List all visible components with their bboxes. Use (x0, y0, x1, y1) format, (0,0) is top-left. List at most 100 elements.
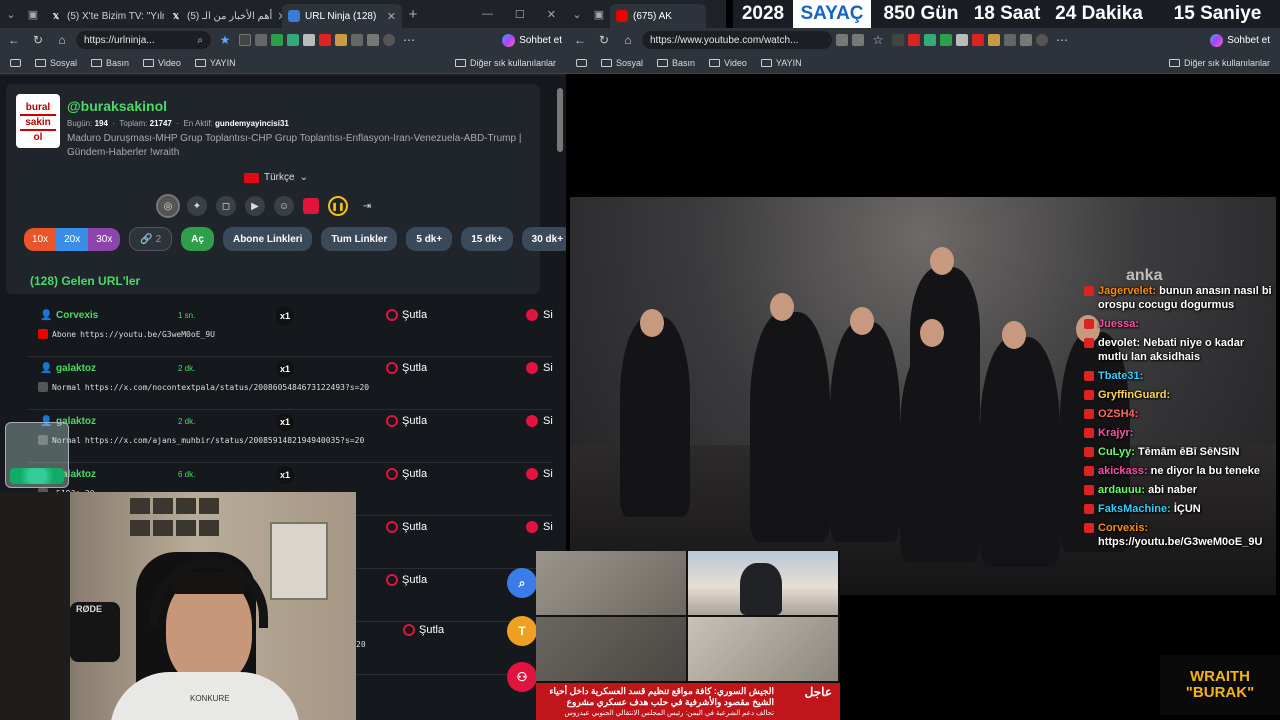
scrollbar[interactable] (557, 88, 563, 152)
bookmark-basin[interactable]: Basın (657, 58, 695, 68)
open-button[interactable]: Aç (181, 227, 214, 251)
search-fab[interactable]: ⌕ (507, 568, 537, 598)
tab-menu-icon[interactable]: ⌄ (0, 0, 22, 28)
url-field[interactable]: https://www.youtube.com/watch... (642, 31, 832, 49)
logout-icon[interactable]: ⇥ (357, 196, 377, 216)
new-tab-icon[interactable]: + (402, 0, 424, 28)
back-icon[interactable]: ← (570, 33, 590, 47)
home-icon[interactable]: ⌂ (52, 33, 72, 47)
extension-icon[interactable] (287, 34, 299, 46)
favorite-star-icon[interactable]: ☆ (868, 33, 888, 47)
row-username[interactable]: Corvexis (56, 310, 98, 321)
delete-icon[interactable] (526, 415, 538, 427)
back-icon[interactable]: ← (4, 33, 24, 47)
delete-icon[interactable] (526, 362, 538, 374)
tab-x-arabic[interactable]: 𝕏 (5) أهم الأخبار من الـ ✕ (164, 4, 282, 28)
row-username[interactable]: galaktoz (56, 363, 96, 374)
delete-icon[interactable] (526, 521, 538, 533)
kick-button[interactable]: Şutla (386, 468, 427, 480)
minimize-icon[interactable]: — (482, 8, 493, 21)
zoom-icon[interactable]: ⌕ (197, 35, 203, 46)
bookmark-other-favorites[interactable]: Diğer sık kullanılanlar (1168, 58, 1270, 68)
multiplier-10x[interactable]: 10x (24, 227, 57, 251)
link-count-field[interactable]: 🔗 2 (129, 227, 173, 251)
tab-menu-icon[interactable]: ⌄ (566, 0, 588, 28)
extension-icon[interactable] (924, 34, 936, 46)
home-icon[interactable]: ⌂ (618, 33, 638, 47)
split-screen-icon[interactable] (351, 34, 363, 46)
extension-icon[interactable] (319, 34, 331, 46)
split-screen-icon[interactable] (1004, 34, 1016, 46)
chat-username[interactable]: Tbate31: (1098, 370, 1143, 382)
chat-username[interactable]: CuLyy: (1098, 446, 1135, 458)
tab-x-bizimtv[interactable]: 𝕏 (5) X'te Bizim TV: "Yılma... ✕ (44, 4, 164, 28)
close-window-icon[interactable]: ✕ (547, 8, 556, 21)
twitter-icon[interactable]: ✦ (187, 196, 207, 216)
copilot-chat-button[interactable]: Sohbet et (502, 33, 562, 47)
extension-icon[interactable] (892, 34, 904, 46)
extension-icon[interactable] (271, 34, 283, 46)
discord-icon[interactable]: ☺ (274, 196, 294, 216)
pause-icon[interactable]: ❚❚ (328, 196, 348, 216)
row-link[interactable]: Normal https://x.com/nocontextpala/status… (38, 382, 369, 392)
extension-icon[interactable] (940, 34, 952, 46)
instagram-icon[interactable]: ◻ (216, 196, 236, 216)
globe-icon[interactable]: ◎ (156, 194, 180, 218)
channel-username[interactable]: @buraksakinol (67, 98, 167, 114)
row-extra[interactable]: Si (543, 415, 553, 427)
filter-15min-button[interactable]: 15 dk+ (461, 227, 513, 251)
row-link[interactable]: Normal https://x.com/ajans_muhbir/status/… (38, 435, 364, 445)
avatar[interactable] (383, 34, 395, 46)
bookmark-sosyal[interactable]: Sosyal (35, 58, 77, 68)
kick-button[interactable]: Şutla (386, 415, 427, 427)
bookmark-yayin[interactable]: YAYIN (760, 58, 802, 68)
chat-username[interactable]: Juessa: (1098, 318, 1139, 330)
filter-30min-button[interactable]: 30 dk+ (521, 227, 566, 251)
url-field[interactable]: https://urlninja... ⌕ (76, 31, 211, 49)
bookmark-other-favorites[interactable]: Diğer sık kullanılanlar (454, 58, 556, 68)
bookmark-basin[interactable]: Basın (91, 58, 129, 68)
extension-icon[interactable] (972, 34, 984, 46)
bookmark-yayin[interactable]: YAYIN (194, 58, 236, 68)
kick-button[interactable]: Şutla (386, 521, 427, 533)
favorites-icon[interactable] (367, 34, 379, 46)
chat-username[interactable]: Corvexis: (1098, 522, 1148, 534)
row-link[interactable]: Abone https://youtu.be/G3weM0oE_9U (38, 329, 215, 339)
extension-icon[interactable] (956, 34, 968, 46)
record-icon[interactable] (303, 198, 319, 214)
user-fab[interactable]: ⚇ (507, 662, 537, 692)
row-extra[interactable]: Si (543, 521, 553, 533)
workspaces-icon[interactable]: ▣ (22, 0, 44, 28)
extension-icon[interactable] (988, 34, 1000, 46)
kick-button[interactable]: Şutla (386, 309, 427, 321)
bookmark-sosyal[interactable]: Sosyal (601, 58, 643, 68)
extension-icon[interactable] (303, 34, 315, 46)
refresh-icon[interactable]: ↻ (28, 33, 48, 47)
kick-button[interactable]: Şutla (403, 624, 444, 636)
tab-youtube[interactable]: (675) AK (610, 4, 706, 28)
chat-username[interactable]: OZSH4: (1098, 408, 1138, 420)
kick-button[interactable]: Şutla (386, 362, 427, 374)
chat-username[interactable]: devolet: (1098, 337, 1140, 349)
row-extra[interactable]: Si (543, 468, 553, 480)
row-link[interactable]: 20 (356, 640, 366, 649)
all-links-button[interactable]: Tum Linkler (321, 227, 398, 251)
filter-5min-button[interactable]: 5 dk+ (406, 227, 453, 251)
favorites-icon[interactable] (1020, 34, 1032, 46)
chat-username[interactable]: ardauuu: (1098, 484, 1145, 496)
extension-icon[interactable] (836, 34, 848, 46)
workspaces-icon[interactable]: ▣ (588, 0, 610, 28)
tabs-menu-icon[interactable] (10, 58, 21, 67)
extension-icon[interactable] (852, 34, 864, 46)
bookmark-video[interactable]: Video (143, 58, 181, 68)
extension-icon[interactable] (255, 34, 267, 46)
bookmark-video[interactable]: Video (709, 58, 747, 68)
chat-username[interactable]: FaksMachine: (1098, 503, 1171, 515)
tab-urlninja[interactable]: URL Ninja (128) ✕ (282, 4, 402, 28)
kick-button[interactable]: Şutla (386, 574, 427, 586)
tabs-menu-icon[interactable] (576, 58, 587, 67)
subscriber-links-button[interactable]: Abone Linkleri (222, 227, 313, 251)
row-extra[interactable]: Si (543, 362, 553, 374)
multiplier-30x[interactable]: 30x (88, 227, 121, 251)
chat-username[interactable]: Krajyr: (1098, 427, 1133, 439)
